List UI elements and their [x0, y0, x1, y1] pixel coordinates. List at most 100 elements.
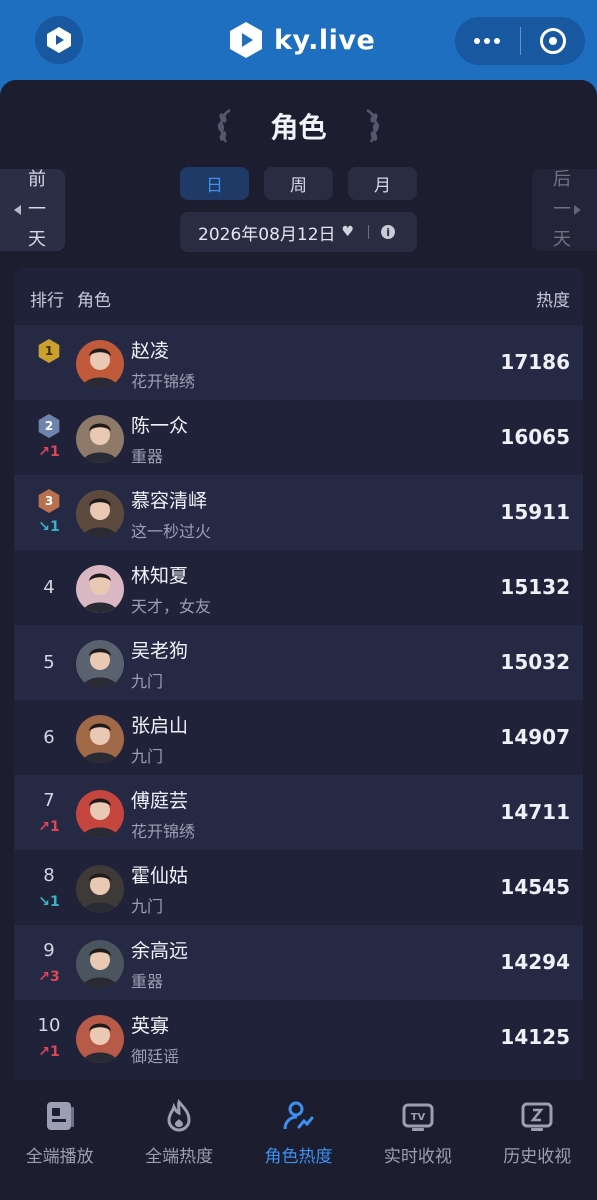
silver-medal-icon: 2 — [38, 414, 60, 438]
laurel-right-icon — [366, 108, 380, 143]
role-name: 傅庭芸 — [131, 790, 189, 812]
rank-cell: 4 — [32, 576, 66, 600]
svg-text:TV: TV — [411, 1112, 426, 1123]
rank-number: 5 — [43, 652, 55, 673]
avatar — [76, 565, 124, 613]
header-heat: 热度 — [536, 291, 570, 311]
arrow-up-icon: ↗ — [38, 819, 50, 835]
heat-value: 14711 — [500, 800, 570, 824]
table-header: 排行 角色 热度 — [14, 268, 583, 325]
avatar — [76, 940, 124, 988]
avatar — [76, 490, 124, 538]
show-title: 九门 — [131, 747, 164, 766]
mini-program-capsule — [455, 17, 585, 65]
nav-item-realtime-ratings[interactable]: TV 实时收视 — [358, 1080, 477, 1200]
rank-up-indicator: ↗1 — [38, 442, 59, 462]
nav-item-all-play[interactable]: 全端播放 — [0, 1080, 119, 1200]
nav-item-all-heat[interactable]: 全端热度 — [119, 1080, 238, 1200]
info-icon[interactable]: i — [381, 225, 396, 239]
table-row[interactable]: 2 ↗1 陈一众 重器 16065 — [14, 400, 583, 475]
table-row[interactable]: 4 林知夏 天才，女友 15132 — [14, 550, 583, 625]
page-title-area: 角色 — [200, 102, 397, 150]
rank-up-indicator: ↗3 — [38, 967, 59, 987]
bronze-medal-icon: 3 — [38, 489, 60, 513]
role-name: 英寡 — [131, 1015, 170, 1037]
rank-number: 8 — [43, 865, 55, 886]
table-row[interactable]: 8 ↘1 霍仙姑 九门 14545 — [14, 850, 583, 925]
heart-icon: ♥ — [341, 224, 355, 240]
arrow-up-icon: ↗ — [38, 1044, 50, 1060]
brand-name: ky.live — [274, 24, 376, 56]
rank-change-value: 1 — [49, 444, 60, 460]
brand-logo-icon — [230, 22, 262, 58]
role-name: 霍仙姑 — [131, 865, 189, 887]
date-divider — [368, 225, 370, 239]
rank-cell: 7 ↗1 — [32, 789, 66, 837]
heat-value: 14294 — [500, 950, 570, 974]
rank-up-indicator: ↗1 — [38, 817, 59, 837]
arrow-up-icon: ↗ — [38, 444, 50, 460]
avatar — [76, 790, 124, 838]
prev-day-button[interactable]: 前一天 — [0, 169, 65, 251]
avatar — [76, 865, 124, 913]
next-day-button[interactable]: 后一天 — [532, 169, 597, 251]
rank-down-indicator: ↘1 — [38, 517, 59, 537]
table-row[interactable]: 5 吴老狗 九门 15032 — [14, 625, 583, 700]
page-title: 角色 — [270, 111, 327, 144]
rank-change-value: 1 — [49, 1044, 60, 1060]
nav-item-role-heat[interactable]: 角色热度 — [239, 1080, 358, 1200]
nav-label-all-heat: 全端热度 — [145, 1147, 214, 1167]
user-chart-icon — [280, 1098, 316, 1134]
nav-label-realtime-ratings: 实时收视 — [383, 1147, 452, 1167]
table-row[interactable]: 3 ↘1 慕容清峄 这一秒过火 15911 — [14, 475, 583, 550]
nav-item-history-ratings[interactable]: 历史收视 — [478, 1080, 597, 1200]
tab-day[interactable]: 日 — [180, 167, 249, 200]
gold-medal-icon: 1 — [38, 339, 60, 363]
next-day-label: 后一天 — [553, 169, 571, 250]
avatar — [76, 340, 124, 388]
rank-number: 10 — [37, 1015, 61, 1036]
brand: ky.live — [228, 18, 375, 62]
tv-icon: TV — [400, 1098, 436, 1134]
avatar — [76, 640, 124, 688]
rank-cell: 6 — [32, 726, 66, 750]
rank-change-value: 1 — [49, 894, 60, 910]
avatar — [76, 1015, 124, 1063]
role-name: 余高远 — [131, 940, 189, 962]
rank-cell: 8 ↘1 — [32, 864, 66, 912]
close-button[interactable] — [521, 17, 586, 65]
heat-value: 14907 — [500, 725, 570, 749]
heat-value: 15911 — [500, 500, 570, 524]
arrow-down-icon: ↘ — [38, 519, 50, 535]
show-title: 花开锦绣 — [131, 822, 196, 841]
nav-label-all-play: 全端播放 — [25, 1147, 94, 1167]
chevron-right-icon — [574, 205, 581, 215]
show-title: 天才，女友 — [131, 597, 212, 616]
table-row[interactable]: 1 赵凌 花开锦绣 17186 — [14, 325, 583, 400]
rank-number: 4 — [43, 577, 55, 598]
heat-value: 15032 — [500, 650, 570, 674]
table-row[interactable]: 6 张启山 九门 14907 — [14, 700, 583, 775]
nav-label-role-heat: 角色热度 — [264, 1147, 333, 1167]
prev-day-label: 前一天 — [28, 169, 46, 250]
laurel-left-icon — [217, 108, 231, 143]
rank-cell: 1 — [32, 339, 66, 363]
show-title: 重器 — [131, 972, 164, 991]
home-button[interactable] — [35, 16, 83, 64]
rank-number: 6 — [43, 727, 55, 748]
table-row[interactable]: 10 ↗1 英寡 御廷谣 14125 — [14, 1000, 583, 1075]
tab-week[interactable]: 周 — [264, 167, 333, 200]
tab-month[interactable]: 月 — [348, 167, 417, 200]
rank-cell: 9 ↗3 — [32, 939, 66, 987]
table-row[interactable]: 7 ↗1 傅庭芸花开锦绣 14711 — [14, 775, 583, 850]
show-title: 这一秒过火 — [131, 522, 212, 541]
nav-label-history-ratings: 历史收视 — [503, 1147, 572, 1167]
rank-change-value: 1 — [49, 819, 60, 835]
date-picker[interactable]: 2026年08月12日 ♥ i — [180, 212, 417, 252]
show-title: 花开锦绣 — [131, 372, 196, 391]
avatar — [76, 715, 124, 763]
rank-number: 7 — [43, 790, 55, 811]
history-tv-icon — [519, 1098, 555, 1134]
table-row[interactable]: 9 ↗3 余高远重器 14294 — [14, 925, 583, 1000]
more-button[interactable] — [455, 17, 520, 65]
